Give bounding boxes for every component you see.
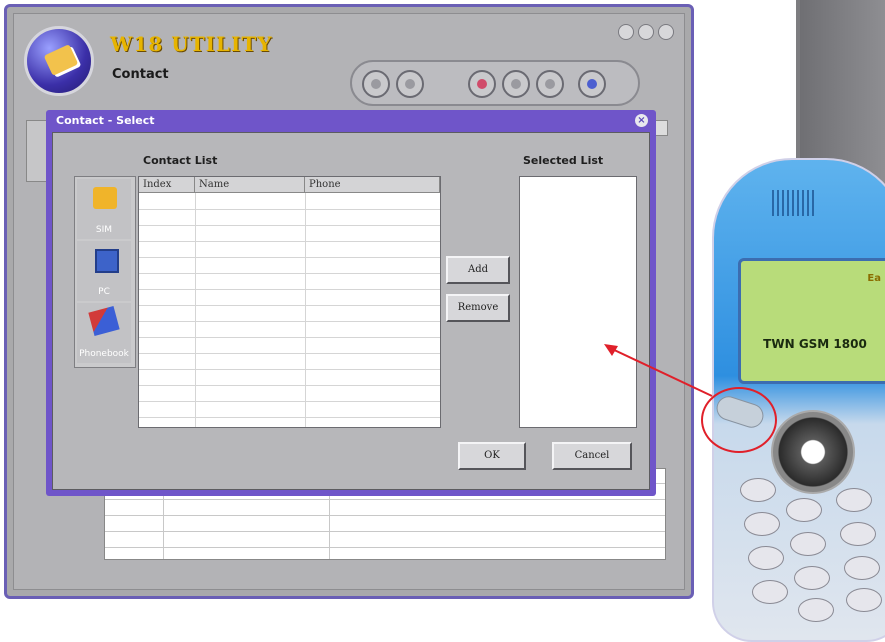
phone-signal-indicator: Ea bbox=[867, 273, 881, 284]
dialog-title: Contact - Select bbox=[56, 114, 155, 127]
sidebar-item-phonebook[interactable]: Phonebook bbox=[77, 303, 131, 363]
add-button[interactable]: Add bbox=[446, 256, 510, 284]
selected-list-label: Selected List bbox=[523, 154, 604, 167]
contact-list-label: Contact List bbox=[143, 154, 218, 167]
phone-speaker bbox=[772, 190, 816, 216]
phone-key bbox=[744, 512, 780, 536]
sidebar-item-pc[interactable]: PC bbox=[77, 241, 131, 301]
background-panel bbox=[26, 120, 48, 182]
close-icon[interactable] bbox=[658, 24, 674, 40]
phone-screen: Ea TWN GSM 1800 bbox=[738, 258, 885, 384]
phone-key bbox=[840, 522, 876, 546]
toolbar-button-4[interactable] bbox=[502, 70, 530, 98]
phone-key bbox=[752, 580, 788, 604]
minimize-icon[interactable] bbox=[638, 24, 654, 40]
phone-nav-key bbox=[771, 410, 855, 494]
phone-screen-text: TWN GSM 1800 bbox=[763, 337, 867, 351]
phone-key bbox=[794, 566, 830, 590]
phone-key bbox=[740, 478, 776, 502]
phone-key bbox=[748, 546, 784, 570]
contact-list-table[interactable]: Index Name Phone bbox=[138, 176, 441, 428]
pointer-arrow-icon bbox=[604, 344, 713, 397]
column-header-index[interactable]: Index bbox=[139, 177, 195, 193]
phone-key bbox=[790, 532, 826, 556]
pc-computer-icon bbox=[95, 249, 119, 273]
app-logo-icon bbox=[24, 26, 94, 96]
search-icon[interactable] bbox=[578, 70, 606, 98]
app-section-title: Contact bbox=[112, 67, 169, 82]
help-icon[interactable] bbox=[618, 24, 634, 40]
toolbar-button-3[interactable] bbox=[468, 70, 496, 98]
toolbar-button-1[interactable] bbox=[362, 70, 390, 98]
column-header-phone[interactable]: Phone bbox=[305, 177, 440, 193]
phone-key bbox=[846, 588, 882, 612]
ok-button[interactable]: OK bbox=[458, 442, 526, 470]
dialog-close-icon[interactable]: × bbox=[635, 114, 648, 127]
phonebook-icon bbox=[88, 306, 120, 336]
phone-key bbox=[836, 488, 872, 512]
remove-button[interactable]: Remove bbox=[446, 294, 510, 322]
phone-key bbox=[844, 556, 880, 580]
sim-folder-icon bbox=[93, 187, 117, 209]
phone-key bbox=[786, 498, 822, 522]
sidebar-item-sim[interactable]: SIM bbox=[77, 179, 131, 239]
toolbar-button-2[interactable] bbox=[396, 70, 424, 98]
column-header-name[interactable]: Name bbox=[195, 177, 305, 193]
cancel-button[interactable]: Cancel bbox=[552, 442, 632, 470]
phone-key bbox=[798, 598, 834, 622]
source-sidebar: SIM PC Phonebook bbox=[74, 176, 136, 368]
app-brand: W18 UTILITY bbox=[110, 32, 273, 56]
toolbar bbox=[350, 60, 640, 106]
toolbar-button-5[interactable] bbox=[536, 70, 564, 98]
